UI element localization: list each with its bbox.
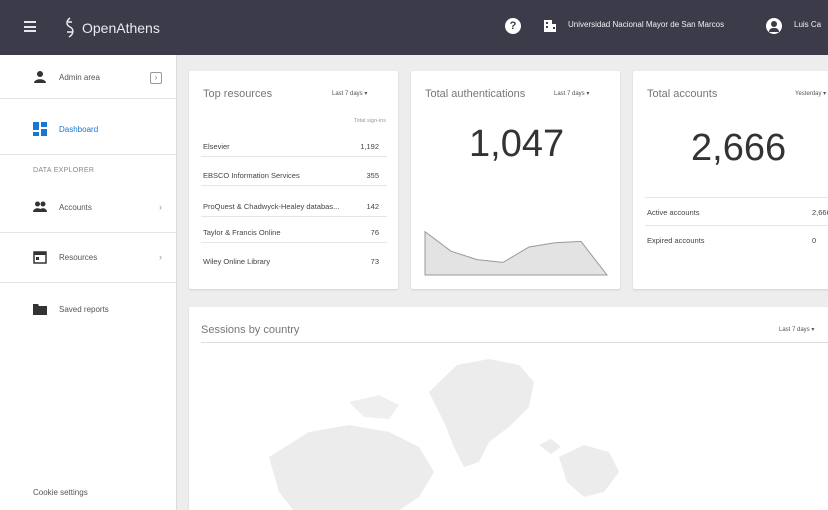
openathens-logo-icon [66, 17, 74, 38]
iceland-shape [539, 439, 561, 454]
total-accounts-value: 2,666 [691, 127, 787, 169]
sidebar-item-label: Saved reports [59, 305, 109, 314]
brand-name: OpenAthens [82, 20, 160, 36]
sidebar-item-saved-reports[interactable]: Saved reports [0, 298, 176, 320]
canada-islands-shape [349, 395, 399, 419]
top-resources-card: Top resources Last 7 days ▾ Total sign-i… [189, 71, 398, 289]
world-map[interactable] [189, 307, 828, 510]
divider [0, 282, 176, 283]
column-header: Total sign-ins [353, 118, 386, 124]
help-icon[interactable]: ? [505, 18, 521, 34]
top-bar: OpenAthens ? Universidad Nacional Mayor … [0, 0, 828, 55]
sidebar-item-label: Accounts [59, 203, 92, 212]
person-icon [34, 71, 46, 83]
user-name[interactable]: Luis Ca [794, 20, 821, 29]
menu-icon[interactable] [24, 21, 36, 32]
card-title: Total accounts [647, 88, 718, 100]
sidebar-item-label: Admin area [59, 73, 100, 82]
section-label-data-explorer: DATA EXPLORER [33, 167, 95, 174]
table-row[interactable]: Elsevier 1,192 [201, 134, 387, 157]
date-range-select[interactable]: Last 7 days ▾ [332, 90, 367, 97]
collapse-sidebar-icon[interactable]: › [150, 72, 162, 84]
organization-icon[interactable] [543, 19, 557, 33]
folder-icon [33, 304, 47, 315]
divider [0, 98, 176, 99]
chevron-right-icon: › [159, 202, 162, 212]
divider [0, 232, 176, 233]
sidebar-item-label: Dashboard [59, 125, 99, 134]
calendar-icon [33, 251, 47, 264]
table-row[interactable]: ProQuest & Chadwyck-Healey databas... 142 [201, 194, 387, 217]
organization-name[interactable]: Universidad Nacional Mayor de San Marcos [568, 20, 724, 29]
table-row[interactable]: Taylor & Francis Online 76 [201, 220, 387, 243]
brand-logo[interactable]: OpenAthens [62, 17, 160, 39]
total-authentications-card: Total authentications Last 7 days ▾ 1,04… [411, 71, 620, 289]
total-accounts-card: Total accounts Yesterday ▾ 2,666 Active … [633, 71, 828, 289]
table-row[interactable]: Expired accounts 0 [645, 226, 828, 254]
table-row[interactable]: Wiley Online Library 73 [201, 249, 387, 272]
sidebar-item-label: Resources [59, 253, 98, 262]
cookie-settings-link[interactable]: Cookie settings [33, 488, 88, 497]
card-title: Top resources [203, 88, 273, 100]
sidebar-item-accounts[interactable]: Accounts › [0, 196, 176, 218]
sidebar-item-resources[interactable]: Resources › [0, 246, 176, 268]
sidebar-item-dashboard[interactable]: Dashboard [0, 118, 176, 140]
sidebar: Admin area › Dashboard DATA EXPLORER Acc… [0, 55, 177, 510]
sidebar-item-admin-area[interactable]: Admin area › [0, 66, 176, 88]
table-row[interactable]: Active accounts2,666 [645, 198, 828, 226]
trend-area [424, 230, 609, 276]
table-row[interactable]: EBSCO Information Services 355 [201, 163, 387, 186]
divider [0, 154, 176, 155]
authentications-trend-chart [424, 230, 609, 276]
sessions-by-country-card: Sessions by country Last 7 days ▾ [189, 307, 828, 510]
user-avatar-icon[interactable] [766, 18, 782, 34]
dashboard-icon [33, 122, 47, 136]
people-icon [33, 201, 47, 212]
chevron-right-icon: › [159, 252, 162, 262]
north-america-shape [269, 425, 434, 510]
greenland-shape [429, 359, 534, 467]
date-range-select[interactable]: Yesterday ▾ [795, 90, 826, 97]
europe-shape [559, 445, 619, 497]
